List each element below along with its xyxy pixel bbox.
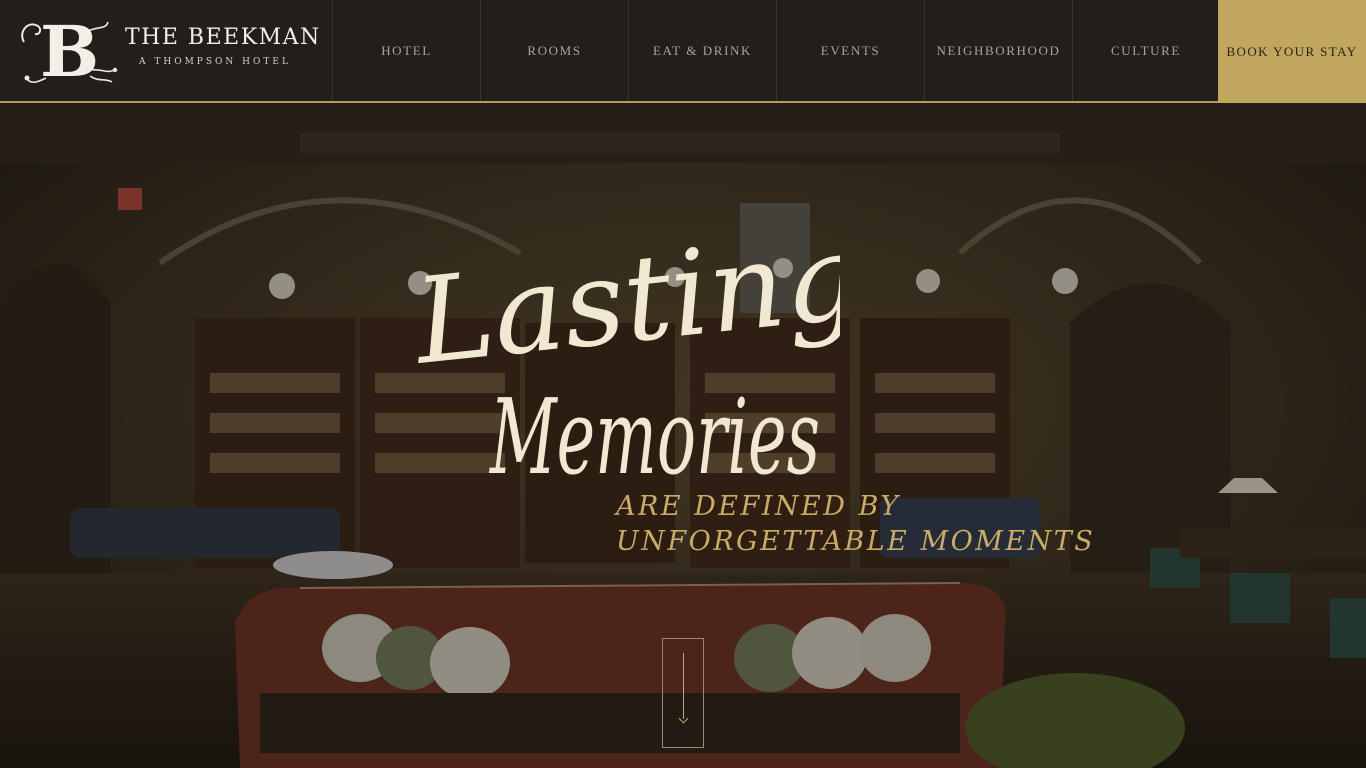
hero-headline: Lasting Memories — [407, 207, 840, 498]
brand-logo[interactable]: B THE BEEKMAN A THOMPSON HOTEL — [0, 0, 333, 101]
main-nav: HOTEL ROOMS EAT & DRINK EVENTS NEIGHBORH… — [333, 0, 1220, 101]
beekman-monogram-icon: B — [21, 12, 118, 88]
tagline-line-2: UNFORGETTABLE MOMENTS — [616, 526, 1096, 557]
scroll-down-button[interactable] — [662, 638, 704, 748]
nav-item-events[interactable]: EVENTS — [777, 0, 925, 101]
hero-tagline: ARE DEFINED BY UNFORGETTABLE MOMENTS — [616, 489, 1095, 559]
hero-section: Lasting Memories ARE DEFINED BY UNFORGET… — [0, 103, 1366, 768]
nav-item-eat-drink[interactable]: EAT & DRINK — [629, 0, 777, 101]
brand-title: THE BEEKMAN — [125, 25, 321, 50]
logo-letter: B — [40, 12, 99, 88]
nav-item-neighborhood[interactable]: NEIGHBORHOOD — [925, 0, 1073, 101]
brand-subtitle: A THOMPSON HOTEL — [139, 57, 291, 67]
headline-lasting: Lasting — [407, 207, 840, 391]
nav-item-hotel[interactable]: HOTEL — [333, 0, 481, 101]
site-header: B THE BEEKMAN A THOMPSON HOTEL HOTEL ROO… — [0, 0, 1366, 103]
nav-item-rooms[interactable]: ROOMS — [481, 0, 629, 101]
tagline-line-1: ARE DEFINED BY — [616, 491, 901, 522]
headline-memories: Memories — [489, 376, 820, 498]
book-your-stay-button[interactable]: BOOK YOUR STAY — [1218, 0, 1366, 103]
nav-item-culture[interactable]: CULTURE — [1073, 0, 1220, 101]
